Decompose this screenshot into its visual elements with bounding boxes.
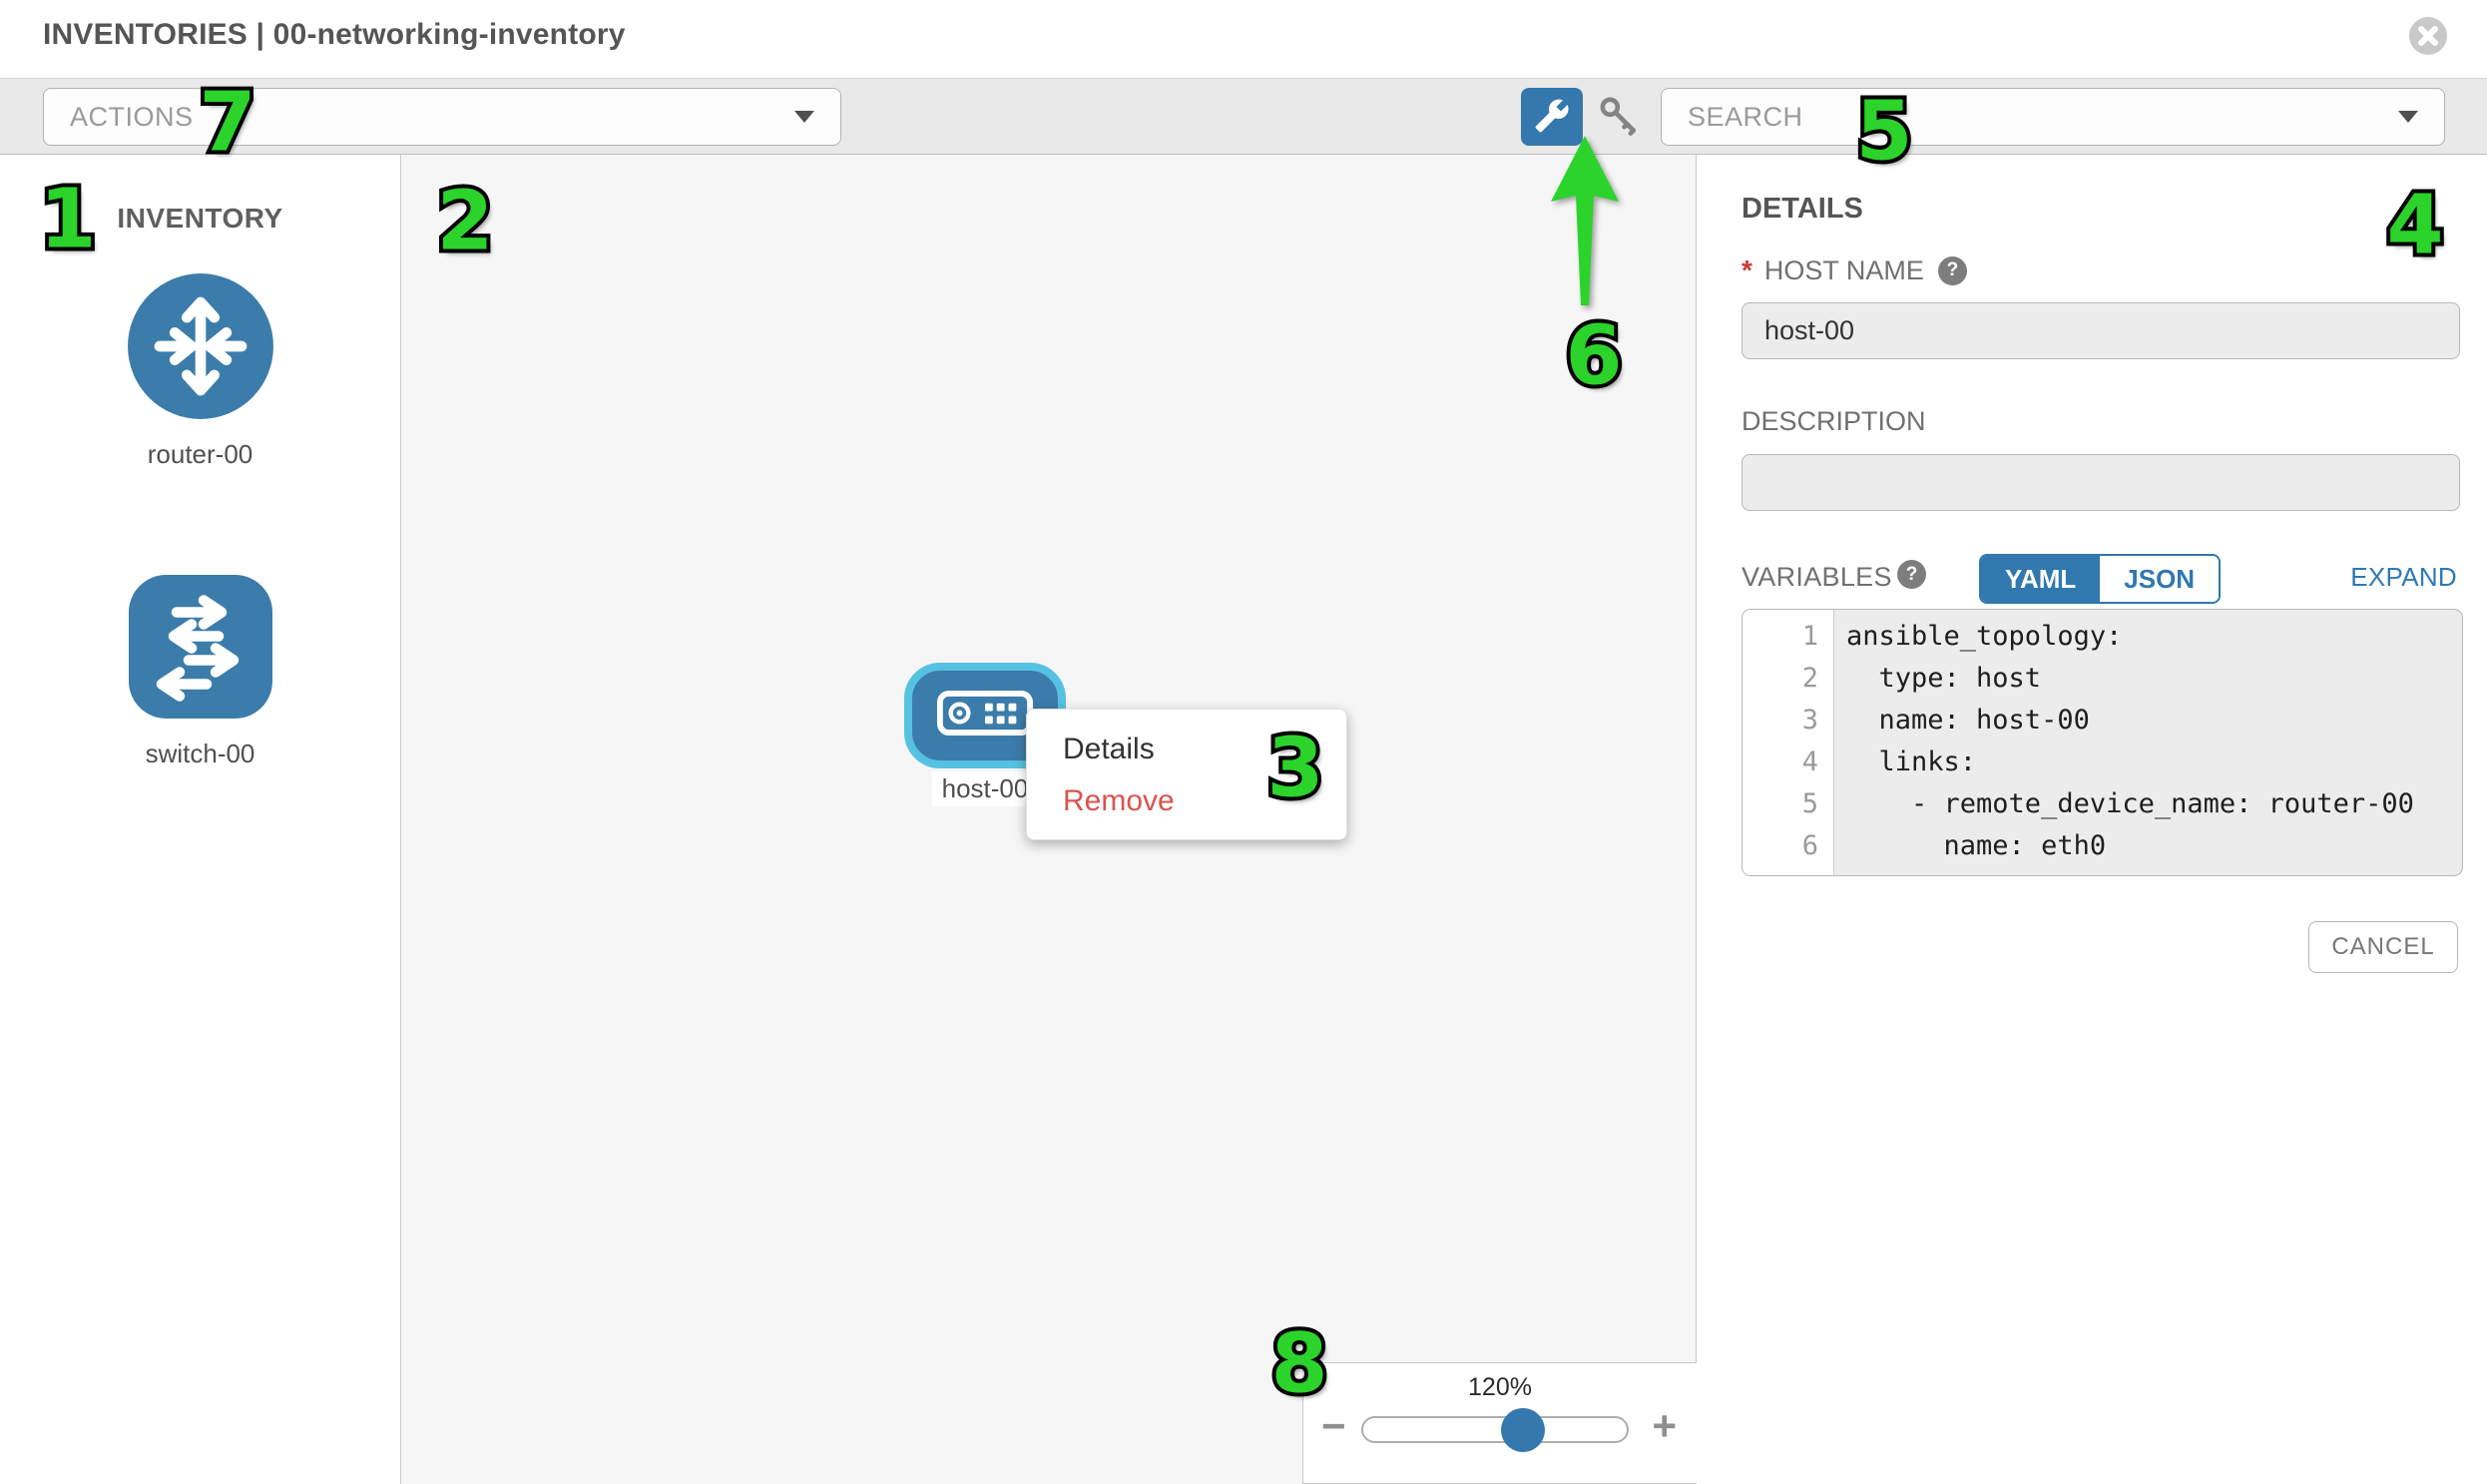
close-icon[interactable] [2407,15,2449,57]
palette-item-router[interactable]: router-00 [0,270,400,470]
line-text: links: [1834,742,1976,783]
toggle-yaml[interactable]: YAML [1981,556,2100,602]
zoom-panel: 120% − + [1302,1362,1698,1484]
topology-canvas[interactable]: host-00 Details Remove 120% − + [401,155,1697,1484]
help-icon[interactable]: ? [1897,560,1926,589]
line-text: type: host [1834,658,2041,700]
sidebar-title: INVENTORY [0,203,400,235]
details-panel-title: DETAILS [1741,193,1863,226]
chevron-down-icon [2398,111,2418,123]
code-line: 4 links: [1742,742,2462,783]
code-line: 1ansible_topology: [1742,616,2462,658]
line-number: 1 [1742,616,1834,658]
line-number: 3 [1742,700,1834,742]
description-input[interactable] [1741,454,2460,511]
cancel-button[interactable]: CANCEL [2308,921,2458,973]
description-label: DESCRIPTION [1741,406,1926,437]
editor-lines: 1ansible_topology: 2 type: host 3 name: … [1742,616,2462,876]
variables-code-editor[interactable]: 1ansible_topology: 2 type: host 3 name: … [1741,609,2463,876]
line-number: 7 [1742,867,1834,876]
details-panel: DETAILS * HOST NAME ? DESCRIPTION VARIAB… [1697,155,2487,1484]
code-line: 7 remote_interface_name: eth0 [1742,867,2462,876]
line-number: 6 [1742,825,1834,867]
router-icon [125,409,276,426]
zoom-slider-handle[interactable] [1501,1408,1545,1452]
host-name-input[interactable] [1741,302,2460,359]
palette-item-label: switch-00 [0,739,400,769]
expand-link[interactable]: EXPAND [2350,562,2457,593]
variables-format-toggle: YAML JSON [1979,554,2221,604]
menu-item-remove[interactable]: Remove [1027,775,1346,827]
context-menu: Details Remove [1026,709,1347,840]
page-title: INVENTORIES | 00-networking-inventory [43,18,626,52]
palette-item-label: router-00 [0,439,400,470]
host-name-label: HOST NAME [1764,255,1924,286]
line-text: name: eth0 [1834,825,2106,867]
chevron-down-icon [794,111,814,123]
line-number: 5 [1742,783,1834,825]
actions-dropdown[interactable]: ACTIONS [43,88,841,146]
code-line: 3 name: host-00 [1742,700,2462,742]
actions-dropdown-label: ACTIONS [70,102,794,133]
page-header: INVENTORIES | 00-networking-inventory [0,0,2487,78]
line-text: remote_interface_name: eth0 [1834,867,2381,876]
line-text: ansible_topology: [1834,616,2122,658]
line-text: - remote_device_name: router-00 [1834,783,2414,825]
inventory-sidebar: INVENTORY router-00 [0,155,401,1484]
toggle-json[interactable]: JSON [2100,556,2219,602]
menu-item-details[interactable]: Details [1027,724,1346,775]
zoom-level-value: 120% [1303,1373,1697,1402]
variables-row: VARIABLES ? YAML JSON EXPAND [1741,552,2460,608]
palette-item-switch[interactable]: switch-00 [0,572,400,769]
wrench-icon [1534,98,1570,137]
node-label: host-00 [932,771,1039,806]
code-line: 2 type: host [1742,658,2462,700]
variables-label: VARIABLES [1741,562,1892,593]
build-mode-button[interactable] [1521,88,1583,146]
host-icon [936,689,1034,742]
search-dropdown[interactable]: SEARCH [1661,88,2445,146]
key-icon [1595,92,1641,143]
help-icon[interactable]: ? [1938,256,1967,285]
zoom-in-button[interactable]: + [1652,1405,1677,1447]
line-number: 4 [1742,742,1834,783]
code-line: 6 name: eth0 [1742,825,2462,867]
required-marker: * [1741,254,1752,286]
toolbar: ACTIONS [0,78,2487,155]
zoom-slider[interactable] [1361,1416,1629,1443]
zoom-out-button[interactable]: − [1321,1405,1346,1447]
app-window: INVENTORIES | 00-networking-inventory AC… [0,0,2487,1484]
host-name-label-row: * HOST NAME ? [1741,254,1967,286]
search-dropdown-label: SEARCH [1688,102,2398,133]
code-line: 5 - remote_device_name: router-00 [1742,783,2462,825]
line-number: 2 [1742,658,1834,700]
line-text: name: host-00 [1834,700,2090,742]
switch-icon [126,709,275,726]
key-button[interactable] [1593,92,1643,142]
